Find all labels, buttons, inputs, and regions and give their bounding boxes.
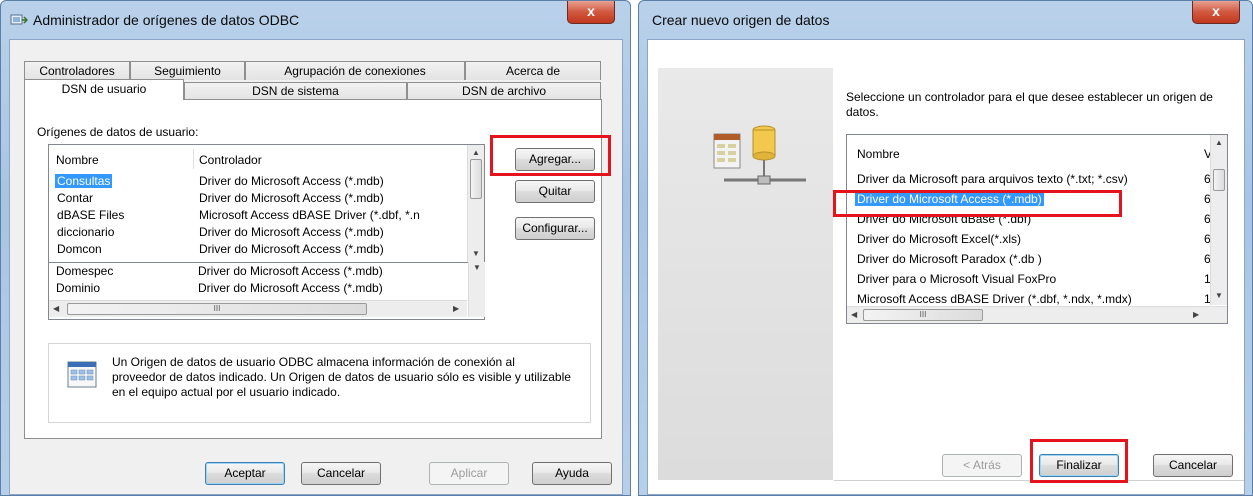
driver-name: Driver do Microsoft Paradox (*.db ) [857,252,1042,266]
list-horizontal-scrollbar[interactable]: ◀ III ▶ [49,300,467,317]
row-nombre: Contar [57,191,94,205]
tab-dsn-archivo[interactable]: DSN de archivo [407,82,601,100]
list-horizontal-scrollbar[interactable]: ◀ III ▶ [847,306,1227,323]
close-button[interactable]: x [567,1,615,24]
row-controlador: Driver do Microsoft Access (*.mdb) [199,242,384,256]
column-header-nombre[interactable]: Nombre [56,153,99,167]
close-icon: x [587,3,595,19]
scroll-thumb[interactable] [470,159,482,199]
driver-name: Microsoft Access dBASE Driver (*.dbf, *.… [857,292,1132,306]
list-item[interactable]: dBASE Files [57,207,124,223]
tab-acerca-de[interactable]: Acerca de [465,61,601,80]
list-vertical-scrollbar[interactable]: ▲ ▼ [467,145,484,262]
row-nombre: Domcon [57,242,102,256]
info-box: Un Origen de datos de usuario ODBC almac… [48,343,591,423]
highlight-add-button [490,135,611,176]
header-divider [193,149,194,169]
row-nombre: dBASE Files [57,208,125,222]
hscroll-thumb[interactable]: III [67,303,367,315]
ok-button[interactable]: Aceptar [205,462,285,485]
dsn-list[interactable]: Nombre Controlador Consultas Driver do M… [48,144,485,263]
scroll-down-icon[interactable]: ▼ [472,249,480,259]
close-icon: x [1212,3,1220,19]
highlight-access-driver [833,190,1122,217]
scroll-right-icon[interactable]: ▶ [1193,310,1199,320]
cancel-button[interactable]: Cancelar [301,462,381,485]
column-header-controlador[interactable]: Controlador [199,153,262,167]
list-item[interactable]: diccionario [57,224,114,240]
list-item[interactable]: Microsoft Access dBASE Driver (*.dbf, *.… [857,291,1197,307]
highlight-finish-button [1030,439,1128,483]
driver-name: Driver do Microsoft Excel(*.xls) [857,232,1022,246]
row-nombre: diccionario [57,225,115,239]
tab-dsn-usuario[interactable]: DSN de usuario [24,79,184,100]
scroll-up-icon[interactable]: ▲ [1215,138,1223,148]
odbc-admin-window: Administrador de orígenes de datos ODBC … [0,0,631,496]
driver-name: Driver para o Microsoft Visual FoxPro [857,272,1057,286]
list-item[interactable]: Driver da Microsoft para arquivos texto … [857,171,1197,187]
scroll-down-icon[interactable]: ▼ [1215,291,1223,301]
scroll-thumb[interactable] [1213,169,1225,191]
hscroll-thumb[interactable]: III [863,309,983,321]
section-label: Orígenes de datos de usuario: [37,125,199,139]
tab-agrupacion[interactable]: Agrupación de conexiones [245,61,465,80]
configure-button[interactable]: Configurar... [515,217,595,240]
help-button[interactable]: Ayuda [532,462,612,485]
window-title: Crear nuevo origen de datos [652,12,830,28]
remove-button[interactable]: Quitar [515,180,595,203]
database-wizard-icon [713,125,806,185]
column-header-nombre[interactable]: Nombre [857,147,900,161]
odbc-admin-titlebar[interactable]: Administrador de orígenes de datos ODBC … [1,1,630,39]
list-vertical-scrollbar-lower: ▼ [468,262,485,317]
create-datasource-window: Crear nuevo origen de datos x Seleccione… [638,0,1253,496]
tab-seguimiento[interactable]: Seguimiento [130,61,245,80]
odbc-app-icon [10,14,28,25]
odbc-admin-client: Controladores Seguimiento Agrupación de … [9,39,623,495]
tab-controladores[interactable]: Controladores [24,61,130,80]
driver-name: Driver da Microsoft para arquivos texto … [857,172,1128,186]
scroll-down-icon[interactable]: ▼ [473,263,481,273]
row-controlador: Driver do Microsoft Access (*.mdb) [199,174,384,188]
list-item[interactable]: Domcon [57,241,102,257]
list-item[interactable]: Consultas [55,173,113,189]
scroll-left-icon[interactable]: ◀ [53,304,59,314]
list-item[interactable]: Driver do Microsoft Paradox (*.db ) [857,251,1042,267]
cancel-button[interactable]: Cancelar [1153,454,1233,477]
tab-dsn-sistema[interactable]: DSN de sistema [184,82,407,100]
apply-button[interactable]: Aplicar [429,462,509,485]
window-title: Administrador de orígenes de datos ODBC [33,12,300,28]
datasource-info-icon [67,361,97,388]
row-controlador: Microsoft Access dBASE Driver (*.dbf, *.… [199,208,420,222]
back-button[interactable]: < Atrás [942,454,1022,477]
info-text: Un Origen de datos de usuario ODBC almac… [112,355,571,399]
create-datasource-client: Seleccione un controlador para el que de… [647,39,1245,495]
list-item[interactable]: Driver do Microsoft Excel(*.xls) [857,231,1021,247]
list-item[interactable]: Contar [57,190,93,206]
wizard-prompt: Seleccione un controlador para el que de… [846,90,1213,119]
create-datasource-titlebar[interactable]: Crear nuevo origen de datos x [639,1,1252,39]
close-button[interactable]: x [1192,1,1240,24]
row-controlador: Driver do Microsoft Access (*.mdb) [199,191,384,205]
scroll-left-icon[interactable]: ◀ [851,310,857,320]
list-vertical-scrollbar[interactable]: ▲ ▼ [1210,135,1227,305]
row-controlador: Driver do Microsoft Access (*.mdb) [199,225,384,239]
list-item[interactable]: Driver para o Microsoft Visual FoxPro [857,271,1056,287]
scroll-up-icon[interactable]: ▲ [472,148,480,158]
row-nombre: Consultas [55,174,113,188]
driver-list[interactable]: Nombre V Driver da Microsoft para arquiv… [846,134,1228,324]
scroll-right-icon[interactable]: ▶ [453,304,459,314]
